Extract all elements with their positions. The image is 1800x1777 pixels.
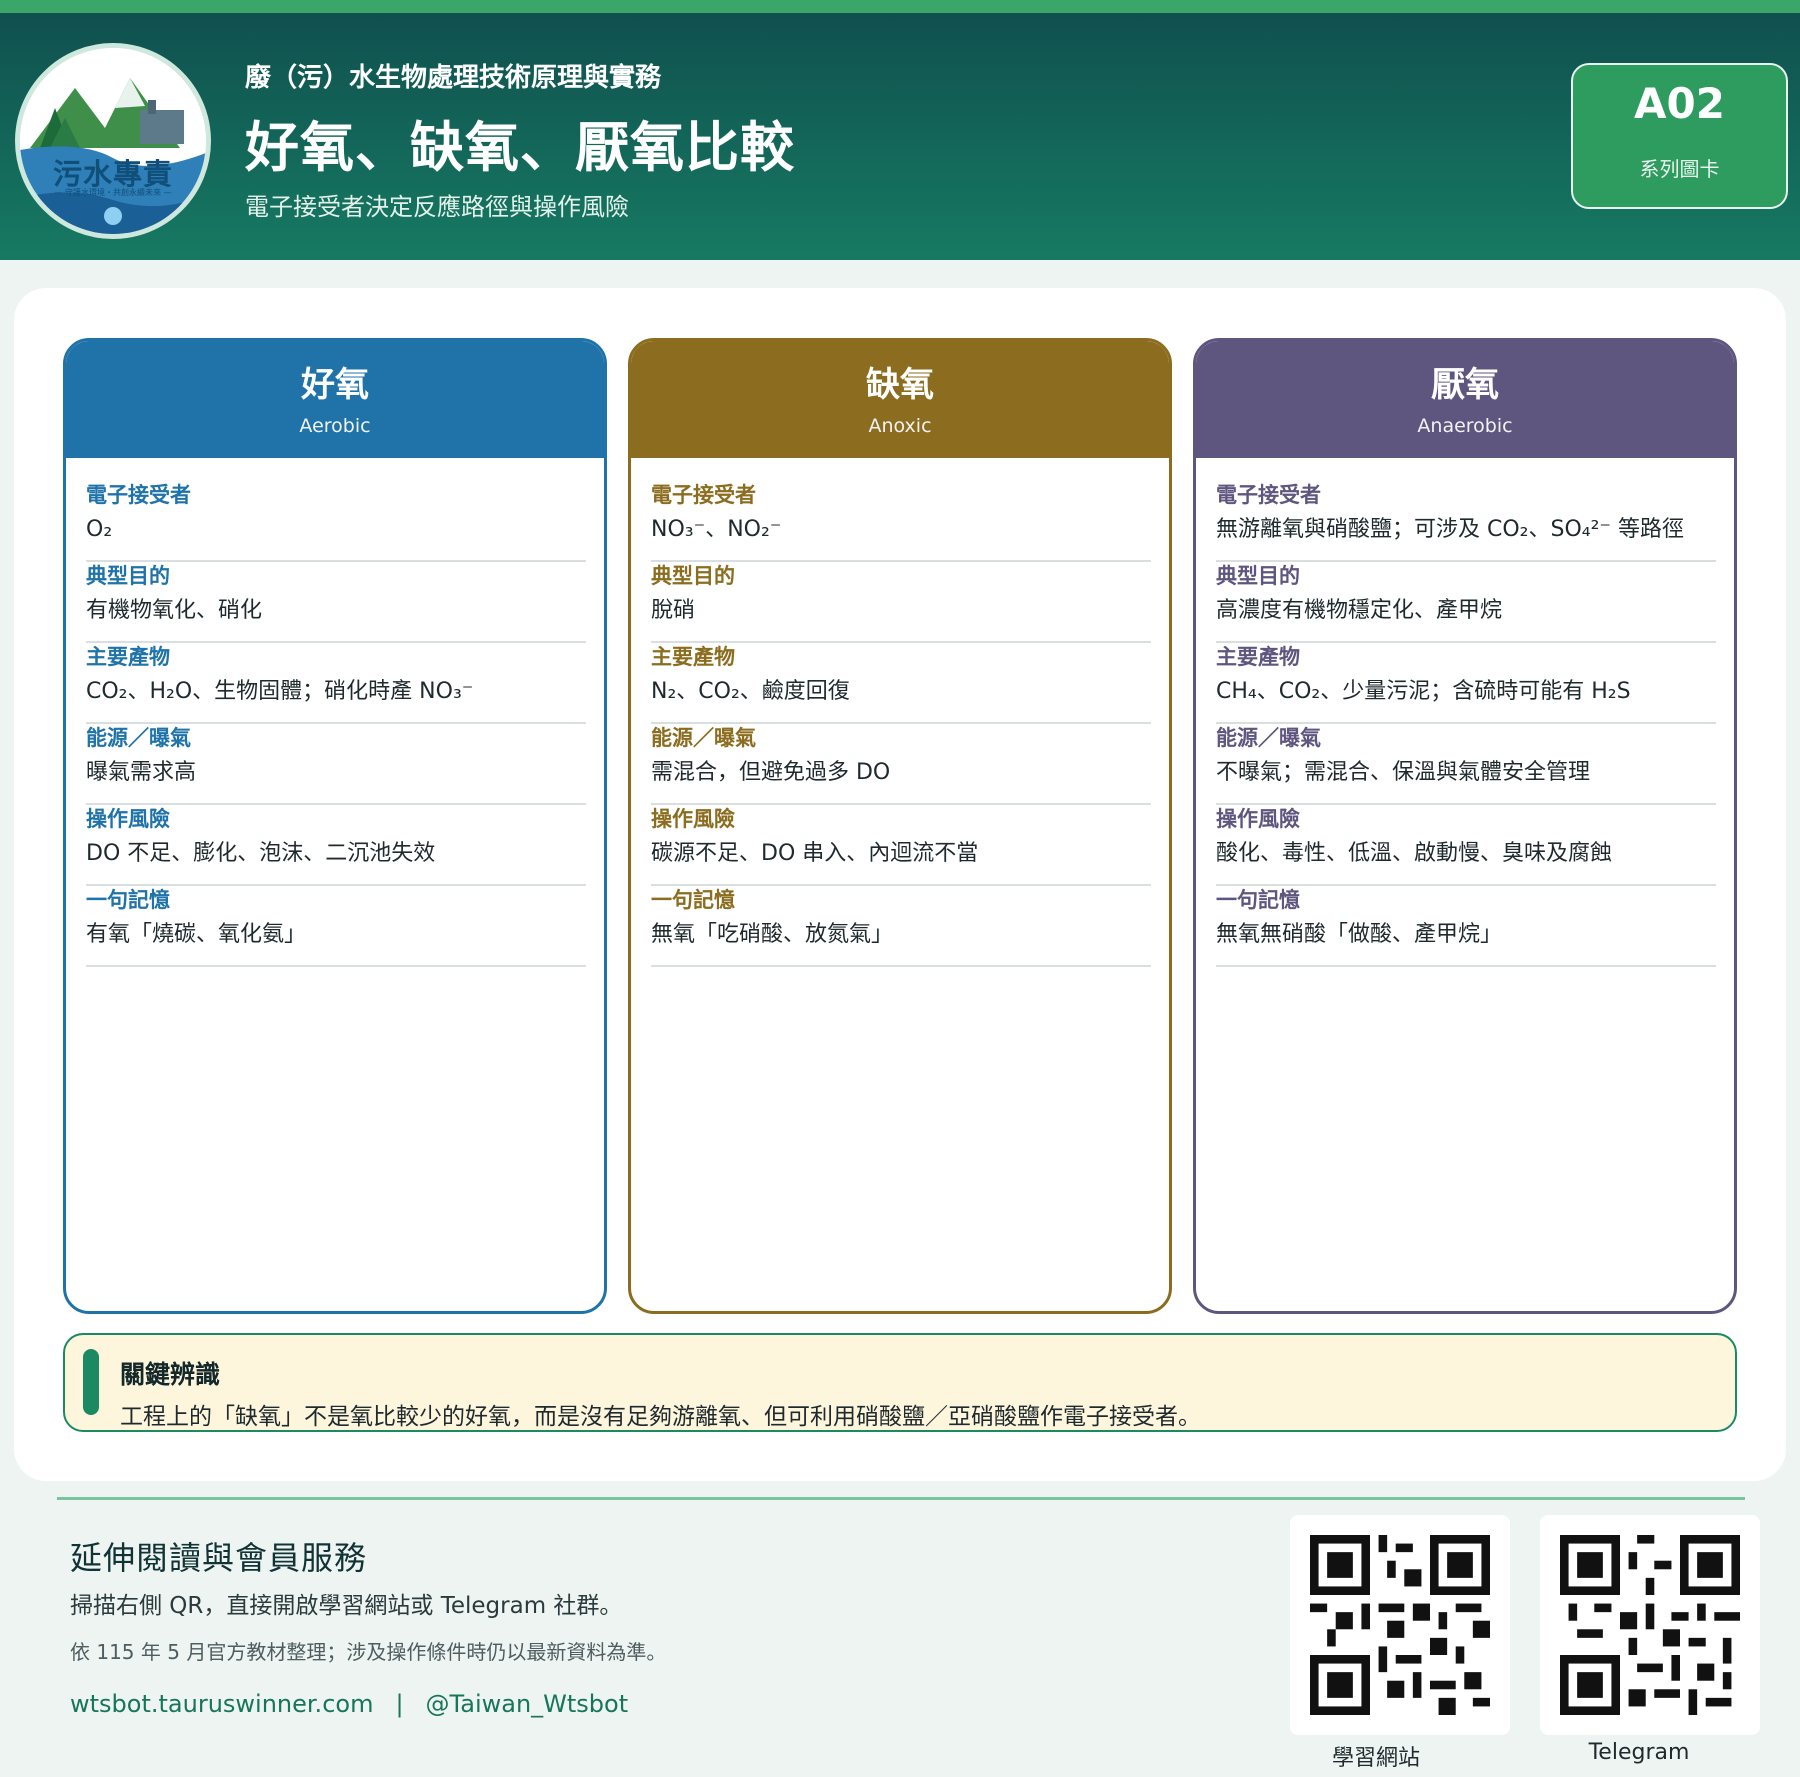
- attribute-label: 操作風險: [86, 807, 170, 831]
- page-title: 好氧、缺氧、厭氧比較: [245, 116, 795, 179]
- attribute-value: 無氧無硝酸「做酸、產甲烷」: [1216, 922, 1503, 947]
- attribute-label: 典型目的: [651, 564, 735, 588]
- attribute-value: 需混合，但避免過多 DO: [651, 760, 891, 785]
- qr-code-website[interactable]: [1290, 1515, 1510, 1735]
- column-header: 好氧 Aerobic: [66, 341, 604, 458]
- attribute-list: 電子接受者 NO₃⁻、NO₂⁻ 典型目的脫硝 主要產物 N₂、CO₂、鹼度回復 能源…: [651, 481, 1151, 967]
- attribute-value: CH₄、CO₂、少量污泥；含硫時可能有 H₂S: [1216, 679, 1631, 704]
- attribute-row: 一句記憶無氧無硝酸「做酸、產甲烷」: [1216, 886, 1716, 967]
- column-english-name: Aerobic: [299, 415, 371, 437]
- qr-label-telegram: Telegram: [1588, 1740, 1690, 1765]
- attribute-row: 典型目的 脫硝: [651, 562, 1151, 643]
- column-english-name: Anaerobic: [1417, 415, 1513, 437]
- attribute-value: 碳源不足、DO 串入、內迴流不當: [651, 841, 979, 866]
- attribute-value: DO 不足、膨化、泡沫、二沉池失效: [86, 841, 436, 866]
- telegram-link[interactable]: @Taiwan_Wtsbot: [426, 1690, 629, 1718]
- attribute-row: 電子接受者無游離氧與硝酸鹽；可涉及 CO₂、SO₄²⁻ 等路徑: [1216, 481, 1716, 562]
- attribute-row: 主要產物 N₂、CO₂、鹼度回復: [651, 643, 1151, 724]
- footer-note: 依 115 年 5 月官方教材整理；涉及操作條件時仍以最新資料為準。: [70, 1640, 667, 1664]
- attribute-label: 電子接受者: [86, 483, 191, 507]
- badge-code: A02: [1634, 79, 1725, 128]
- attribute-value: NO₃⁻、NO₂⁻: [651, 517, 782, 542]
- key-point-title: 關鍵辨識: [120, 1360, 221, 1389]
- header: 污水專責 — 守護水環境・共創永續未來 — 廢（污）水生物處理技術原理與實務 好…: [0, 13, 1800, 260]
- attribute-row: 一句記憶無氧「吃硝酸、放氮氣」: [651, 886, 1151, 967]
- attribute-label: 典型目的: [1216, 564, 1300, 588]
- column-header: 厭氧 Anaerobic: [1196, 341, 1734, 458]
- attribute-value: O₂: [86, 517, 113, 542]
- attribute-value: N₂、CO₂、鹼度回復: [651, 679, 850, 704]
- badge-label: 系列圖卡: [1639, 157, 1720, 181]
- attribute-value: 酸化、毒性、低溫、啟動慢、臭味及腐蝕: [1216, 841, 1613, 866]
- logo: 污水專責 — 守護水環境・共創永續未來 —: [15, 43, 211, 239]
- attribute-label: 一句記憶: [1216, 888, 1300, 912]
- attribute-value: 無游離氧與硝酸鹽；可涉及 CO₂、SO₄²⁻ 等路徑: [1216, 517, 1685, 542]
- column-anoxic: 缺氧 Anoxic 電子接受者 NO₃⁻、NO₂⁻ 典型目的脫硝 主要產物 N₂、C…: [628, 338, 1172, 1314]
- attribute-row: 能源／曝氣不曝氣；需混合、保溫與氣體安全管理: [1216, 724, 1716, 805]
- attribute-list: 電子接受者無游離氧與硝酸鹽；可涉及 CO₂、SO₄²⁻ 等路徑 典型目的高濃度有…: [1216, 481, 1716, 967]
- attribute-row: 電子接受者 O₂: [86, 481, 586, 562]
- page-subtitle: 電子接受者決定反應路徑與操作風險: [245, 193, 629, 221]
- footer-links: wtsbot.tauruswinner.com | @Taiwan_Wtsbot: [70, 1690, 628, 1718]
- column-header: 缺氧 Anoxic: [631, 341, 1169, 458]
- attribute-label: 一句記憶: [86, 888, 170, 912]
- qr-code-icon: [1560, 1535, 1740, 1715]
- attribute-row: 典型目的有機物氧化、硝化: [86, 562, 586, 643]
- qr-label-website: 學習網站: [1331, 1746, 1420, 1771]
- attribute-row: 能源／曝氣曝氣需求高: [86, 724, 586, 805]
- attribute-label: 主要產物: [86, 645, 170, 669]
- attribute-value: 高濃度有機物穩定化、產甲烷: [1216, 598, 1503, 623]
- attribute-label: 操作風險: [1216, 807, 1300, 831]
- attribute-label: 電子接受者: [1216, 483, 1321, 507]
- attribute-value: 有機物氧化、硝化: [86, 598, 263, 623]
- key-point-accent: [83, 1349, 99, 1415]
- column-aerobic: 好氧 Aerobic 電子接受者 O₂ 典型目的有機物氧化、硝化 主要產物 CO₂、…: [63, 338, 607, 1314]
- column-name: 厭氧: [1431, 365, 1499, 405]
- attribute-row: 典型目的高濃度有機物穩定化、產甲烷: [1216, 562, 1716, 643]
- attribute-label: 主要產物: [1216, 645, 1300, 669]
- comparison-panel: 好氧 Aerobic 電子接受者 O₂ 典型目的有機物氧化、硝化 主要產物 CO₂、…: [14, 288, 1786, 1481]
- series-title: 廢（污）水生物處理技術原理與實務: [245, 63, 662, 93]
- attribute-value: 脫硝: [651, 598, 696, 623]
- attribute-label: 操作風險: [651, 807, 735, 831]
- card-badge: A02 系列圖卡: [1571, 63, 1788, 209]
- footer-title: 延伸閱讀與會員服務: [70, 1539, 368, 1577]
- attribute-row: 主要產物 CH₄、CO₂、少量污泥；含硫時可能有 H₂S: [1216, 643, 1716, 724]
- attribute-label: 能源／曝氣: [86, 726, 191, 750]
- attribute-row: 主要產物 CO₂、H₂O、生物固體；硝化時產 NO₃⁻: [86, 643, 586, 724]
- footer-divider: [57, 1497, 1745, 1500]
- attribute-value: 曝氣需求高: [86, 760, 197, 785]
- column-anaerobic: 厭氧 Anaerobic 電子接受者無游離氧與硝酸鹽；可涉及 CO₂、SO₄²⁻…: [1193, 338, 1737, 1314]
- attribute-list: 電子接受者 O₂ 典型目的有機物氧化、硝化 主要產物 CO₂、H₂O、生物固體；硝化…: [86, 481, 586, 967]
- attribute-value: 有氧「燒碳、氧化氨」: [86, 922, 307, 947]
- attribute-row: 能源／曝氣需混合，但避免過多 DO: [651, 724, 1151, 805]
- attribute-row: 操作風險碳源不足、DO 串入、內迴流不當: [651, 805, 1151, 886]
- attribute-value: CO₂、H₂O、生物固體；硝化時產 NO₃⁻: [86, 679, 474, 704]
- key-point-text: 工程上的「缺氧」不是氧比較少的好氧，而是沒有足夠游離氧、但可利用硝酸鹽／亞硝酸鹽…: [120, 1404, 1201, 1430]
- column-name: 缺氧: [866, 365, 934, 405]
- website-link[interactable]: wtsbot.tauruswinner.com: [70, 1690, 373, 1718]
- attribute-label: 能源／曝氣: [651, 726, 756, 750]
- attribute-row: 電子接受者 NO₃⁻、NO₂⁻: [651, 481, 1151, 562]
- link-separator: |: [395, 1690, 404, 1718]
- logo-tagline: — 守護水環境・共創永續未來 —: [54, 188, 172, 197]
- column-english-name: Anoxic: [868, 415, 932, 437]
- footer-description: 掃描右側 QR，直接開啟學習網站或 Telegram 社群。: [70, 1593, 623, 1619]
- attribute-label: 能源／曝氣: [1216, 726, 1321, 750]
- attribute-value: 不曝氣；需混合、保溫與氣體安全管理: [1216, 760, 1591, 785]
- attribute-row: 一句記憶有氧「燒碳、氧化氨」: [86, 886, 586, 967]
- qr-code-icon: [1310, 1535, 1490, 1715]
- qr-code-telegram[interactable]: [1540, 1515, 1760, 1735]
- column-name: 好氧: [301, 365, 369, 405]
- attribute-label: 電子接受者: [651, 483, 756, 507]
- attribute-label: 主要產物: [651, 645, 735, 669]
- top-stripe: [0, 0, 1800, 13]
- attribute-row: 操作風險 DO 不足、膨化、泡沫、二沉池失效: [86, 805, 586, 886]
- attribute-row: 操作風險酸化、毒性、低溫、啟動慢、臭味及腐蝕: [1216, 805, 1716, 886]
- key-point-box: 關鍵辨識 工程上的「缺氧」不是氧比較少的好氧，而是沒有足夠游離氧、但可利用硝酸鹽…: [63, 1333, 1737, 1432]
- logo-graphic: [20, 48, 206, 234]
- attribute-label: 典型目的: [86, 564, 170, 588]
- attribute-label: 一句記憶: [651, 888, 735, 912]
- attribute-value: 無氧「吃硝酸、放氮氣」: [651, 922, 894, 947]
